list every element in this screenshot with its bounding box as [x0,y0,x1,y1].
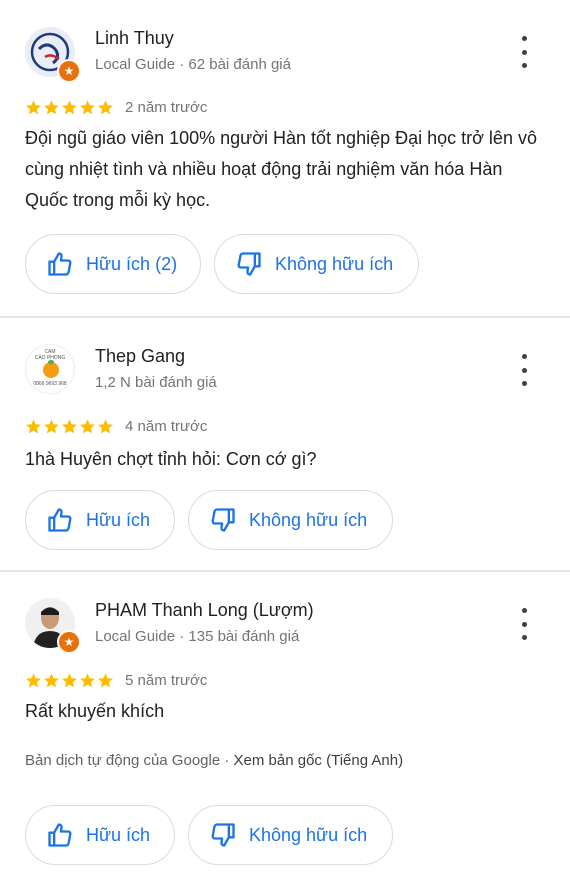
thumbs-down-icon [211,508,235,532]
thumbs-up-icon [48,508,72,532]
thumbs-down-icon [211,823,235,847]
avatar[interactable]: ★ [25,27,81,83]
helpful-label: Hữu ích [86,824,151,845]
review-card: CAM CAO PHONG 0866 9693 968 Thep Gang 1,… [0,318,570,570]
star-icon [26,100,41,115]
separator: · [224,752,234,769]
star-rating [25,672,114,689]
star-rating [25,418,114,435]
star-icon [62,100,77,115]
local-guide-badge-icon: ★ [57,59,81,83]
helpful-label: Hữu ích [86,509,151,530]
translation-label: Bản dịch tự động của Google [25,752,221,769]
star-icon [44,100,59,115]
review-text: Rất khuyến khích [25,701,165,721]
review-text: 1hà Huyên chợt tỉnh hỏi: Cơn cớ gì? [25,449,317,469]
star-icon [26,419,41,434]
review-date: 2 năm trước [125,99,208,116]
review-card: ★ PHAM Thanh Long (Lượm) Local Guide · 1… [0,572,570,875]
star-icon [98,673,113,688]
local-guide-badge-icon: ★ [57,630,81,654]
helpful-button[interactable]: Hữu ích [25,805,175,865]
star-icon [62,673,77,688]
star-icon [26,673,41,688]
star-icon [44,419,59,434]
more-vert-icon[interactable] [512,608,536,640]
star-icon [80,100,95,115]
reviewer-name[interactable]: PHAM Thanh Long (Lượm) [95,600,314,621]
avatar[interactable]: ★ [25,598,81,654]
thumbs-up-icon [48,823,72,847]
star-icon [80,419,95,434]
not-helpful-label: Không hữu ích [275,253,394,274]
not-helpful-button[interactable]: Không hữu ích [188,805,393,865]
helpful-label: Hữu ích (2) [86,253,178,274]
star-icon [80,673,95,688]
not-helpful-button[interactable]: Không hữu ích [214,234,419,294]
leaf-icon [48,360,54,364]
more-vert-icon[interactable] [512,36,536,68]
reviewer-name[interactable]: Thep Gang [95,346,185,367]
not-helpful-label: Không hữu ích [249,509,368,530]
reviewer-meta: Local Guide · 62 bài đánh giá [95,56,291,73]
star-icon [44,673,59,688]
thumbs-down-icon [237,252,261,276]
star-icon [98,100,113,115]
more-vert-icon[interactable] [512,354,536,386]
not-helpful-button[interactable]: Không hữu ích [188,490,393,550]
reviewer-meta: Local Guide · 135 bài đánh giá [95,628,300,645]
star-icon [98,419,113,434]
helpful-button[interactable]: Hữu ích (2) [25,234,201,294]
review-date: 5 năm trước [125,672,208,689]
reviewer-name[interactable]: Linh Thuy [95,28,174,49]
view-original-link[interactable]: Xem bản gốc (Tiếng Anh) [234,752,404,769]
helpful-button[interactable]: Hữu ích [25,490,175,550]
star-rating [25,99,114,116]
translation-note: Bản dịch tự động của Google · Xem bản gố… [25,752,403,769]
reviewer-meta: 1,2 N bài đánh giá [95,374,217,391]
review-card: ★ Linh Thuy Local Guide · 62 bài đánh gi… [0,0,570,316]
avatar-text: 0866 9693 968 [33,381,67,387]
star-icon [62,419,77,434]
thumbs-up-icon [48,252,72,276]
not-helpful-label: Không hữu ích [249,824,368,845]
orange-icon [43,362,59,378]
review-date: 4 năm trước [125,418,208,435]
avatar[interactable]: CAM CAO PHONG 0866 9693 968 [25,344,75,394]
review-text: Đội ngũ giáo viên 100% người Hàn tốt ngh… [25,128,537,210]
